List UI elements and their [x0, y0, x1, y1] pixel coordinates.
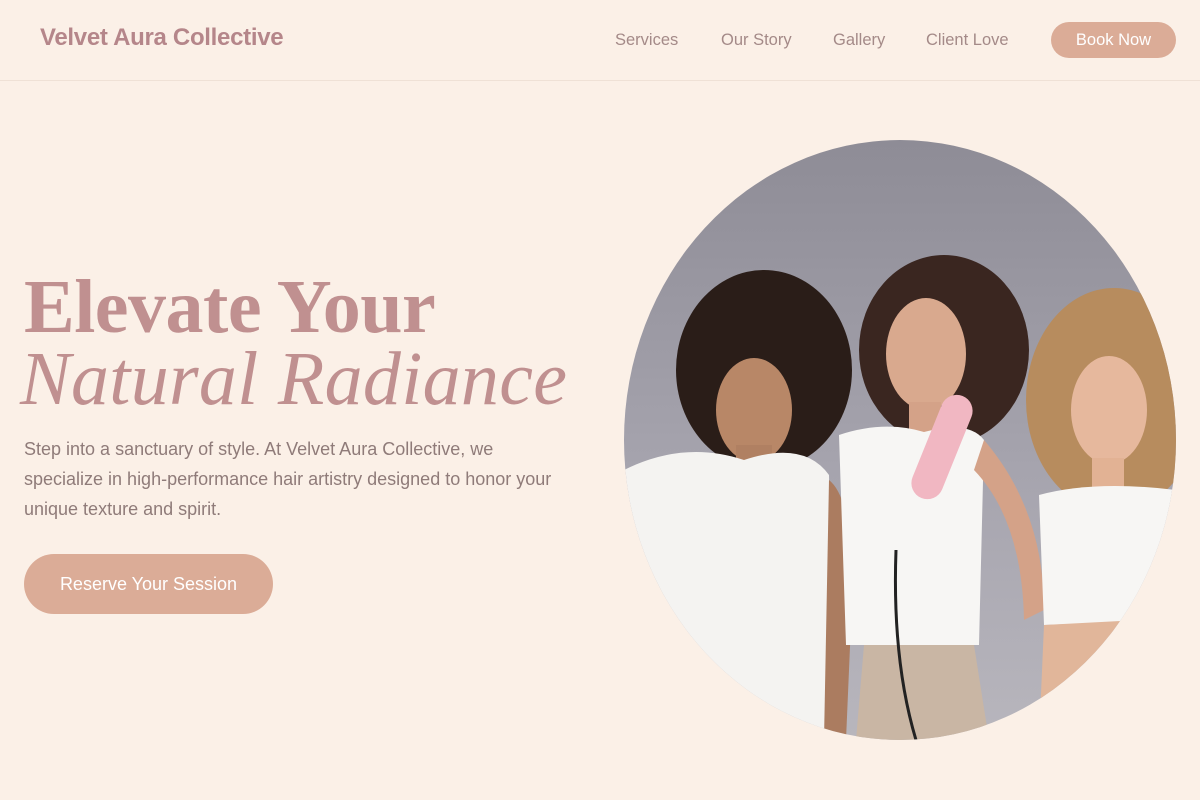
brand-logo[interactable]: Velvet Aura Collective: [40, 24, 284, 52]
hero-intro-text: Step into a sanctuary of style. At Velve…: [24, 439, 552, 519]
model-left-figure: [624, 270, 853, 740]
nav-link-our-story[interactable]: Our Story: [721, 31, 792, 50]
site-header: Velvet Aura Collective Services Our Stor…: [0, 0, 1200, 81]
nav-link-services[interactable]: Services: [615, 31, 678, 50]
nav-link-client-love[interactable]: Client Love: [926, 31, 1009, 50]
hero-image: [624, 140, 1176, 740]
nav-link-gallery[interactable]: Gallery: [833, 31, 885, 50]
hero-headline-line2: Natural Radiance: [20, 337, 568, 421]
book-now-button[interactable]: Book Now: [1051, 22, 1176, 58]
model-center-figure: [839, 255, 1044, 740]
model-right-figure: [1026, 288, 1176, 740]
reserve-session-button[interactable]: Reserve Your Session: [24, 554, 273, 614]
